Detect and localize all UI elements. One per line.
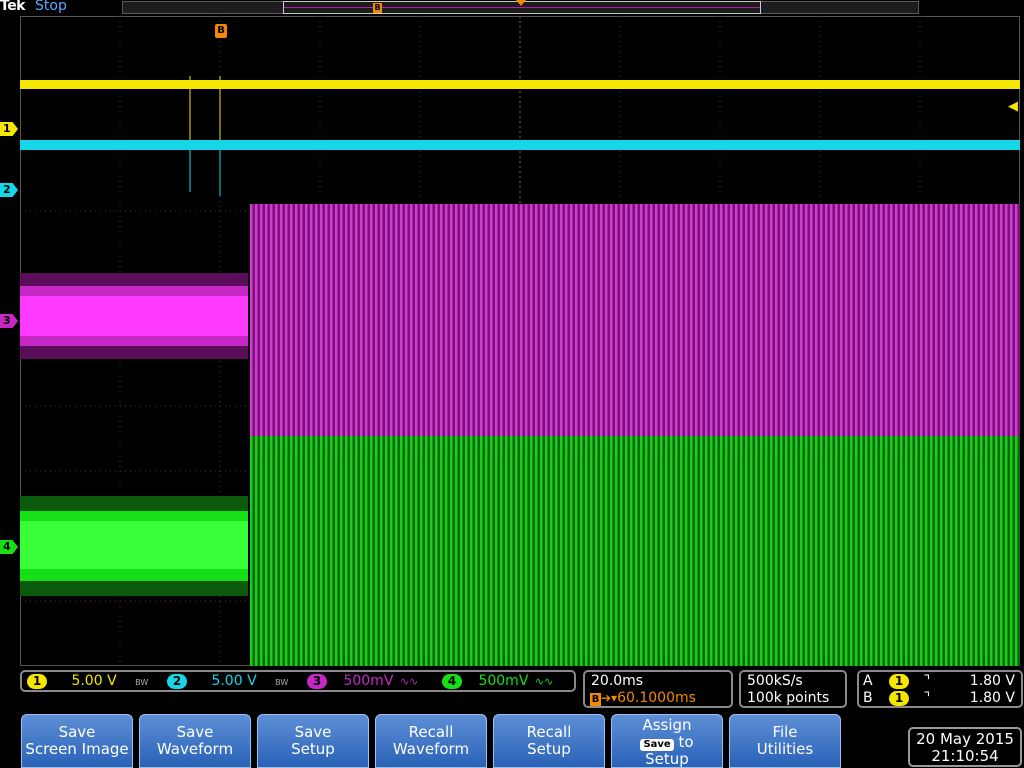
trigger-b-slope-icon: ⌝ [923,690,931,706]
ch2-ground-marker[interactable]: 2 [0,183,18,197]
delay-b-badge: B [590,693,601,706]
softkey-line3: Setup [645,750,689,768]
save-setup-button[interactable]: Save Setup [257,714,369,768]
trigger-readout[interactable]: A 1 ⌝ 1.80 V B 1 ⌝ 1.80 V [857,670,1023,708]
sample-rate: 500kS/s [747,673,803,689]
ch1-badge: 1 [27,674,47,689]
softkey-line1: Save [58,723,96,741]
ch2-badge: 2 [167,674,187,689]
record-b-marker: B [373,3,382,13]
delay-readout: B ➔▾60.1000ms [590,690,696,706]
ch4-coupling-icon: ∿∿ [534,675,554,688]
channel-readout[interactable]: 1 5.00 V BW 2 5.00 V BW 3 500mV ∿∿ 4 500… [20,670,576,692]
run-state-indicator: Stop [35,0,67,14]
record-center-line [284,7,760,8]
time-per-div: 20.0ms [591,673,644,689]
trigger-position-icon [516,0,526,6]
trigger-a-slope-icon: ⌝ [923,673,931,689]
delay-value: 60.1000ms [617,690,696,706]
softkey-to-text: to [678,733,694,751]
ch2-readout[interactable]: 2 5.00 V BW [167,673,288,689]
softkey-line1: Recall [408,723,454,741]
softkey-line2: Screen Image [25,740,129,758]
trigger-b-label: B [863,690,873,706]
ch4-ground-marker[interactable]: 4 [0,540,18,554]
ch1-ground-marker[interactable]: 1 [0,122,18,136]
softkey-line2: Save to [612,734,722,751]
ch4-badge: 4 [442,674,462,689]
ch1-scale: 5.00 V [71,673,117,689]
softkey-line2: Waveform [156,740,234,758]
ch3-scale: 500mV [343,673,394,689]
assign-save-button[interactable]: Assign Save to Setup [611,714,723,768]
trigger-a-row: A 1 ⌝ 1.80 V [863,673,1019,689]
save-waveform-button[interactable]: Save Waveform [139,714,251,768]
date-text: 20 May 2015 [916,730,1014,748]
b-trigger-marker[interactable]: B [215,24,227,38]
recall-setup-button[interactable]: Recall Setup [493,714,605,768]
datetime-display: 20 May 2015 21:10:54 [908,727,1022,767]
save-screen-image-button[interactable]: Save Screen Image [21,714,133,768]
trigger-a-source: 1 [889,674,910,689]
brand-logo: Tek [0,0,26,14]
acquisition-readout[interactable]: 500kS/s 100k points [739,670,847,708]
timebase-readout[interactable]: 20.0ms B ➔▾60.1000ms [583,670,733,708]
ch2-bandwidth-limit-icon: BW [275,678,289,687]
top-status-bar: Tek Stop B [0,0,1024,16]
softkey-line1: File [772,723,798,741]
ch4-scale: 500mV [478,673,529,689]
trigger-level-arrow-icon: ◀ [1008,99,1018,114]
ch3-coupling-icon: ∿∿ [399,675,419,688]
softkey-line1: Save [294,723,332,741]
time-text: 21:10:54 [931,747,999,765]
record-length: 100k points [747,690,830,706]
file-utilities-button[interactable]: File Utilities [729,714,841,768]
softkey-line1: Assign [642,716,692,734]
ch3-badge: 3 [307,674,327,689]
softkey-line1: Save [176,723,214,741]
trigger-b-level: 1.80 V [969,690,1015,706]
trigger-a-level: 1.80 V [969,673,1015,689]
ch3-ground-marker[interactable]: 3 [0,314,18,328]
waveform-graticule[interactable] [20,16,1020,666]
softkey-line2: Setup [527,740,571,758]
ch3-readout[interactable]: 3 500mV ∿∿ [307,673,418,689]
trigger-b-row: B 1 ⌝ 1.80 V [863,690,1019,706]
trigger-b-source: 1 [889,691,910,706]
delay-arrow-icon: ➔▾ [601,691,618,705]
trigger-a-label: A [863,673,873,689]
softkey-line2: Waveform [392,740,470,758]
ch2-scale: 5.00 V [211,673,257,689]
softkey-line2: Setup [291,740,335,758]
recall-waveform-button[interactable]: Recall Waveform [375,714,487,768]
softkey-line1: Recall [526,723,572,741]
softkey-line2: Utilities [756,740,814,758]
ch1-readout[interactable]: 1 5.00 V BW [27,673,148,689]
ch4-readout[interactable]: 4 500mV ∿∿ [442,673,553,689]
ch1-bandwidth-limit-icon: BW [135,678,149,687]
